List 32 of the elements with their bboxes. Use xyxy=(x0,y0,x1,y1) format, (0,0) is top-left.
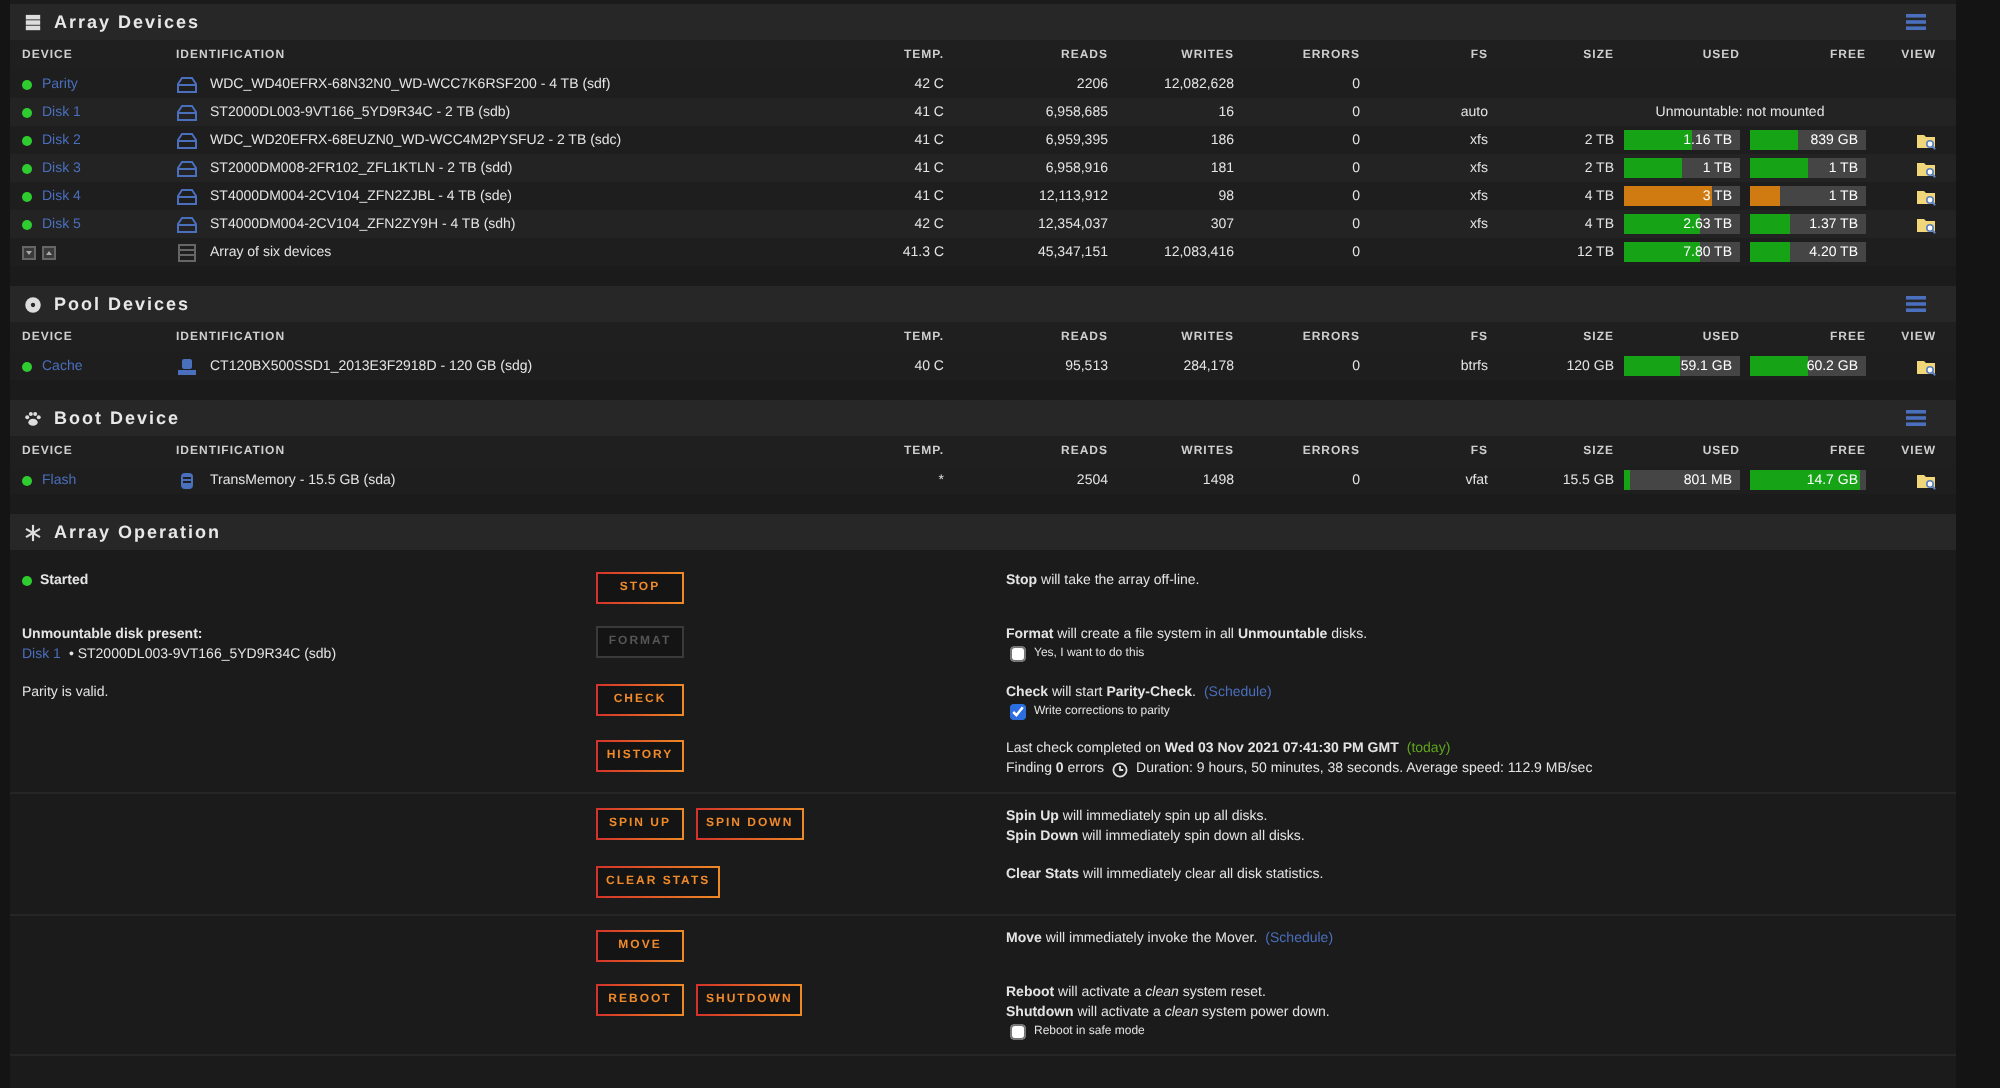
section-title: Pool Devices xyxy=(54,294,191,314)
drive-icon xyxy=(176,357,198,375)
table-icon xyxy=(176,243,198,261)
list-icon[interactable] xyxy=(1906,14,1926,30)
list-icon[interactable] xyxy=(1906,296,1926,312)
checkbox[interactable] xyxy=(1010,704,1026,720)
paw-icon xyxy=(24,409,42,427)
hard-drive-icon xyxy=(176,215,198,233)
server-icon xyxy=(24,13,42,31)
hard-drive-icon xyxy=(176,159,198,177)
section-title: Array Devices xyxy=(54,12,201,32)
snowflake-icon xyxy=(24,523,42,541)
folder-search-icon[interactable] xyxy=(1916,215,1936,233)
expand-icon[interactable] xyxy=(42,245,56,259)
clock-icon xyxy=(1112,761,1129,777)
folder-search-icon[interactable] xyxy=(1916,187,1936,205)
hard-drive-icon xyxy=(176,75,198,93)
disc-icon xyxy=(24,295,42,313)
usb-drive-icon xyxy=(176,471,198,489)
section-title: Array Operation xyxy=(54,522,222,542)
checkbox[interactable] xyxy=(1010,1024,1026,1040)
hard-drive-icon xyxy=(176,131,198,149)
folder-search-icon[interactable] xyxy=(1916,131,1936,149)
hard-drive-icon xyxy=(176,187,198,205)
folder-search-icon[interactable] xyxy=(1916,357,1936,375)
hard-drive-icon xyxy=(176,103,198,121)
collapse-icon[interactable] xyxy=(22,245,36,259)
section-title: Boot Device xyxy=(54,408,181,428)
checkbox[interactable] xyxy=(1010,646,1026,662)
list-icon[interactable] xyxy=(1906,410,1926,426)
folder-search-icon[interactable] xyxy=(1916,159,1936,177)
folder-search-icon[interactable] xyxy=(1916,471,1936,489)
